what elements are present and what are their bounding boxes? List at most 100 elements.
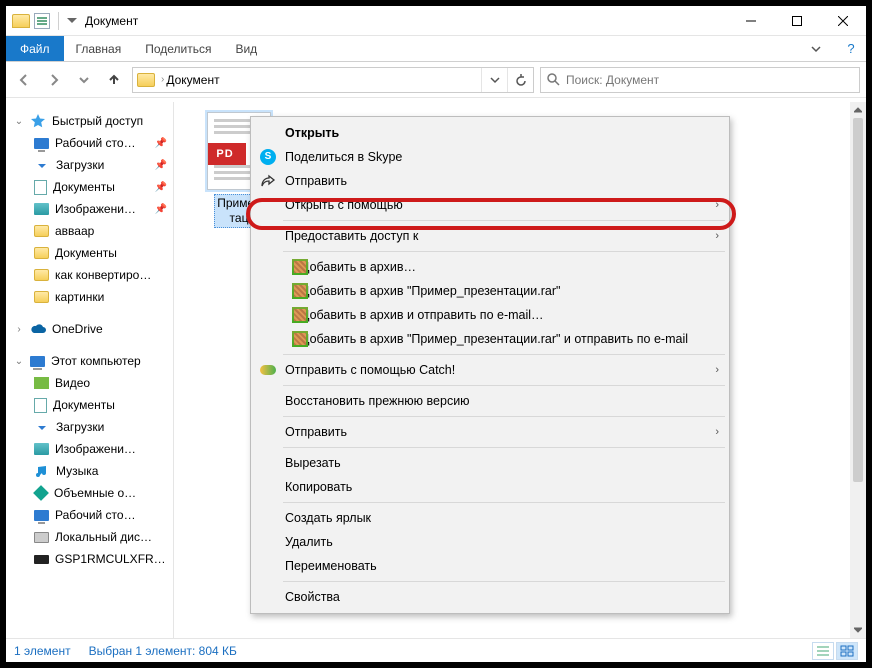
- address-folder-icon: [137, 73, 155, 87]
- tab-file[interactable]: Файл: [6, 36, 64, 61]
- collapse-icon[interactable]: ⌄: [14, 116, 24, 127]
- sidebar-item-label: как конвертиро…: [55, 268, 151, 282]
- window-title: Документ: [85, 14, 728, 28]
- tab-view[interactable]: Вид: [223, 36, 269, 61]
- sidebar-item[interactable]: GSP1RMCULXFR…: [6, 548, 173, 570]
- menu-item-label: Добавить в архив "Пример_презентации.rar…: [301, 332, 688, 346]
- menu-item[interactable]: Отправить с помощью Catch!›: [253, 358, 727, 382]
- close-button[interactable]: [820, 6, 866, 36]
- sidebar-item[interactable]: Изображени…📌: [6, 198, 173, 220]
- downloads-icon: [34, 157, 50, 173]
- qat-doc-icon[interactable]: [34, 13, 50, 29]
- menu-item-label: Свойства: [285, 590, 340, 604]
- menu-item[interactable]: Вырезать: [253, 451, 727, 475]
- menu-item[interactable]: Отправить›: [253, 420, 727, 444]
- chevron-right-icon[interactable]: ›: [159, 74, 166, 85]
- sidebar-item[interactable]: Локальный дис…: [6, 526, 173, 548]
- refresh-button[interactable]: [507, 68, 533, 92]
- sidebar-item-label: Локальный дис…: [55, 530, 152, 544]
- address-dropdown-icon[interactable]: [481, 68, 507, 92]
- sidebar-item[interactable]: Загрузки📌: [6, 154, 173, 176]
- view-details-button[interactable]: [812, 642, 834, 660]
- menu-item[interactable]: Копировать: [253, 475, 727, 499]
- menu-item[interactable]: Предоставить доступ к›: [253, 224, 727, 248]
- sidebar-item[interactable]: как конвертиро…: [6, 264, 173, 286]
- desktop-icon: [34, 138, 49, 149]
- sidebar-item[interactable]: авваар: [6, 220, 173, 242]
- sidebar-item[interactable]: Документы📌: [6, 176, 173, 198]
- images-icon: [34, 443, 49, 455]
- sidebar-item-label: Документы: [53, 180, 115, 194]
- menu-item[interactable]: SПоделиться в Skype: [253, 145, 727, 169]
- sidebar-item[interactable]: Рабочий сто…📌: [6, 132, 173, 154]
- explorer-window: Документ Файл Главная Поделиться Вид ? ›…: [0, 0, 872, 668]
- collapse-icon[interactable]: ⌄: [14, 356, 24, 367]
- breadcrumb[interactable]: Документ: [166, 73, 219, 87]
- sidebar-item[interactable]: картинки: [6, 286, 173, 308]
- downloads-icon: [34, 419, 50, 435]
- archive-icon: [292, 331, 308, 347]
- qat-separator: [58, 12, 59, 30]
- tab-home[interactable]: Главная: [64, 36, 134, 61]
- menu-item[interactable]: Добавить в архив и отправить по e-mail…: [253, 303, 727, 327]
- disk-icon: [34, 532, 49, 543]
- sidebar-item[interactable]: Объемные о…: [6, 482, 173, 504]
- sidebar-quick-access[interactable]: ⌄ Быстрый доступ: [6, 110, 173, 132]
- sidebar-item[interactable]: Документы: [6, 394, 173, 416]
- menu-item[interactable]: Создать ярлык: [253, 506, 727, 530]
- sidebar-item[interactable]: Рабочий сто…: [6, 504, 173, 526]
- menu-item[interactable]: Открыть с помощью›: [253, 193, 727, 217]
- menu-item[interactable]: Добавить в архив "Пример_презентации.rar…: [253, 279, 727, 303]
- sidebar-item-label: Рабочий сто…: [55, 508, 136, 522]
- chevron-right-icon: ›: [715, 364, 719, 376]
- menu-separator: [283, 220, 725, 221]
- menu-item[interactable]: Восстановить прежнюю версию: [253, 389, 727, 413]
- status-bar: 1 элемент Выбран 1 элемент: 804 КБ: [6, 638, 866, 662]
- address-bar[interactable]: › Документ: [132, 67, 534, 93]
- menu-item[interactable]: Свойства: [253, 585, 727, 609]
- menu-item-label: Отправить: [285, 425, 347, 439]
- help-icon[interactable]: ?: [836, 36, 866, 61]
- nav-history-dropdown[interactable]: [72, 68, 96, 92]
- sidebar-item[interactable]: Видео: [6, 372, 173, 394]
- catch-icon: [260, 365, 276, 375]
- sidebar-item[interactable]: Документы: [6, 242, 173, 264]
- menu-item[interactable]: Удалить: [253, 530, 727, 554]
- menu-item[interactable]: Добавить в архив "Пример_презентации.rar…: [253, 327, 727, 351]
- skype-icon: S: [260, 149, 276, 165]
- nav-back-button[interactable]: [12, 68, 36, 92]
- search-placeholder: Поиск: Документ: [566, 73, 659, 87]
- sidebar-this-pc[interactable]: ⌄ Этот компьютер: [6, 350, 173, 372]
- maximize-button[interactable]: [774, 6, 820, 36]
- sidebar-item-label: авваар: [55, 224, 94, 238]
- menu-item[interactable]: Добавить в архив…: [253, 255, 727, 279]
- ribbon: Файл Главная Поделиться Вид ?: [6, 36, 866, 62]
- tab-share[interactable]: Поделиться: [133, 36, 223, 61]
- menu-item[interactable]: Отправить: [253, 169, 727, 193]
- ribbon-collapse-icon[interactable]: [796, 36, 836, 61]
- qat-folder-icon: [12, 14, 30, 28]
- sidebar-item[interactable]: Загрузки: [6, 416, 173, 438]
- menu-separator: [283, 251, 725, 252]
- expand-icon[interactable]: ›: [14, 324, 24, 335]
- sidebar-item[interactable]: Музыка: [6, 460, 173, 482]
- sidebar-item-label: Быстрый доступ: [52, 114, 143, 128]
- menu-item[interactable]: Открыть: [253, 121, 727, 145]
- menu-item[interactable]: Переименовать: [253, 554, 727, 578]
- objects3d-icon: [33, 485, 49, 501]
- nav-up-button[interactable]: [102, 68, 126, 92]
- sidebar-onedrive[interactable]: › OneDrive: [6, 318, 173, 340]
- minimize-button[interactable]: [728, 6, 774, 36]
- qat-dropdown-icon[interactable]: [67, 16, 77, 26]
- usb-icon: [34, 555, 49, 564]
- documents-icon: [34, 398, 47, 413]
- nav-forward-button[interactable]: [42, 68, 66, 92]
- search-input[interactable]: Поиск: Документ: [540, 67, 860, 93]
- sidebar-item[interactable]: Изображени…: [6, 438, 173, 460]
- context-menu: ОткрытьSПоделиться в SkypeОтправитьОткры…: [250, 116, 730, 614]
- pin-icon: 📌: [155, 138, 167, 149]
- menu-item-label: Открыть с помощью: [285, 198, 403, 212]
- sidebar-item-label: Объемные о…: [54, 486, 136, 500]
- menu-separator: [283, 416, 725, 417]
- view-icons-button[interactable]: [836, 642, 858, 660]
